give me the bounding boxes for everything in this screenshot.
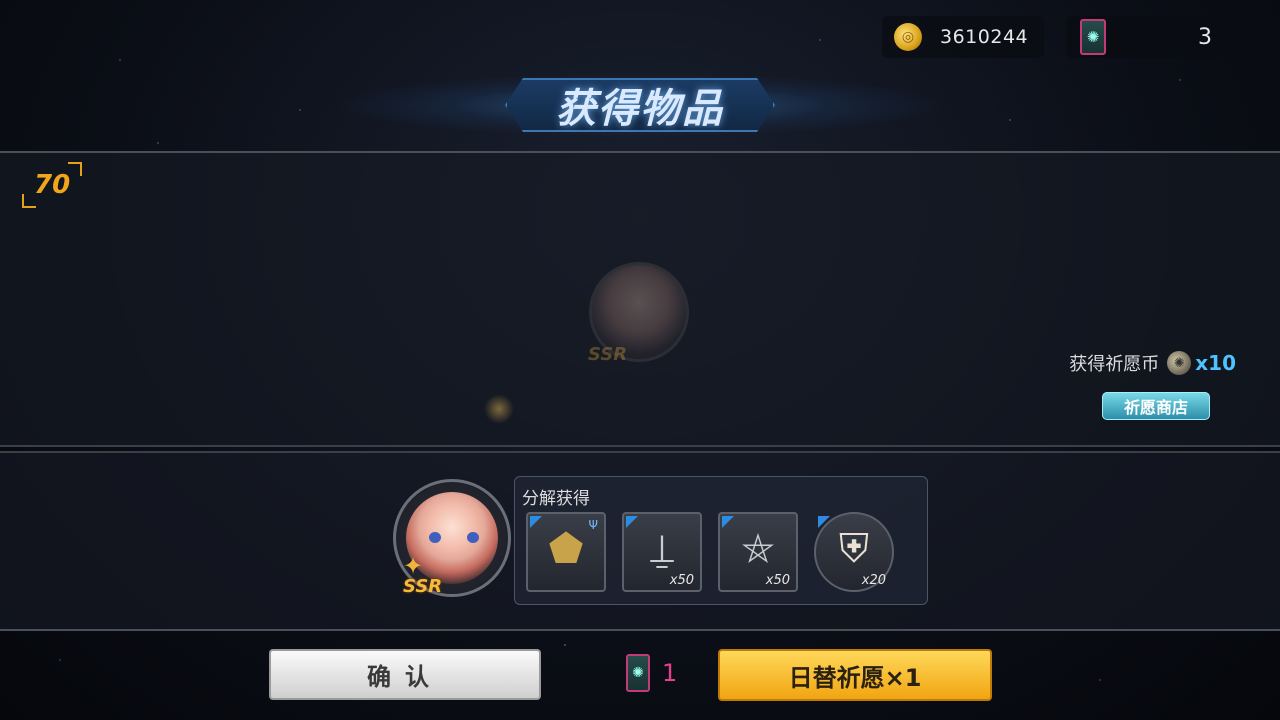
wish-coin-icon: ✺: [1167, 351, 1192, 375]
item-qty: x50: [669, 573, 694, 588]
reward-item-2[interactable]: ⍊ x50: [622, 512, 702, 592]
level-badge: 70: [22, 162, 82, 208]
sparkle-icon: [484, 394, 514, 424]
ticket-amount: 3: [1198, 24, 1212, 50]
reward-item-1[interactable]: Ψ ⬟: [526, 512, 606, 592]
reward-item-4[interactable]: ⛨ x20: [814, 512, 894, 592]
faded-ssr-label: SSR: [588, 344, 628, 365]
ssr-rarity-badge: ✦ SSR: [399, 552, 445, 598]
ticket-cost-count: 1: [662, 659, 678, 687]
rarity-label: SSR: [403, 576, 443, 597]
pentagram-stand-icon: ⛤: [742, 526, 774, 572]
wish-coin-reward: 获得祈愿币 ✺ x10: [1069, 350, 1236, 376]
character-eyes: [429, 532, 479, 544]
gold-currency-display[interactable]: ◎ 3610244: [882, 16, 1044, 58]
page-title: 获得物品: [556, 86, 724, 132]
daily-wish-button[interactable]: 日替祈愿×1: [718, 649, 992, 701]
wish-ticket-icon: ✺: [1080, 19, 1106, 55]
wish-coin-qty: x10: [1195, 351, 1236, 375]
decompose-title: 分解获得: [522, 489, 590, 509]
red-lever-icon: ⍊: [650, 526, 674, 572]
level-number: 70: [34, 170, 71, 200]
item-qty: x20: [861, 573, 886, 588]
wish-ticket-display[interactable]: ✺ 3: [1066, 16, 1230, 58]
badge-shield-icon: ⬟: [548, 526, 584, 572]
wish-shop-button[interactable]: 祈愿商店: [1102, 392, 1210, 420]
confirm-button[interactable]: 确认: [269, 649, 541, 700]
gold-coin-icon: ◎: [894, 23, 922, 51]
gold-amount: 3610244: [940, 26, 1029, 48]
title-banner: 获得物品: [505, 78, 775, 132]
wish-coin-label: 获得祈愿币: [1069, 354, 1160, 375]
ticket-cost: ✺ 1: [626, 654, 677, 692]
item-qty: x50: [765, 573, 790, 588]
reward-item-3[interactable]: ⛤ x50: [718, 512, 798, 592]
white-shield-icon: ⛨: [839, 526, 869, 572]
wish-ticket-icon: ✺: [626, 654, 650, 692]
